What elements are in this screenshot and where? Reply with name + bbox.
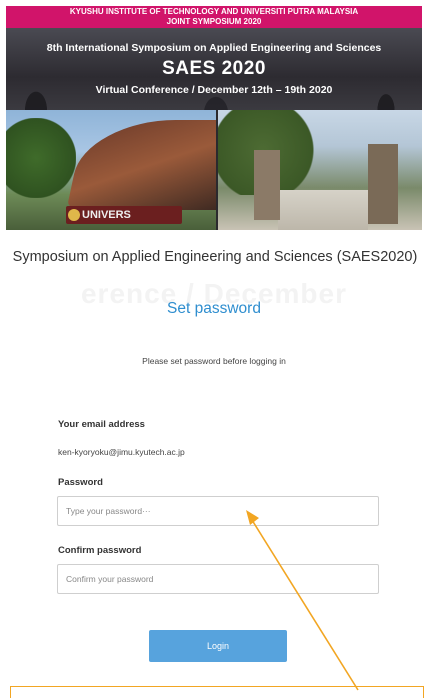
tree-shape [6, 118, 76, 198]
gate-pillar-left [254, 150, 280, 220]
banner-subtitle: 8th International Symposium on Applied E… [46, 42, 382, 54]
university-sign: UNIVERS [66, 206, 182, 224]
building-shape [66, 120, 216, 210]
site-title: Symposium on Applied Engineering and Sci… [12, 249, 418, 265]
page-heading: Set password [167, 300, 261, 317]
banner-venue: Virtual Conference / December 12th – 19t… [95, 84, 333, 96]
banner-strip-line1: KYUSHU INSTITUTE OF TECHNOLOGY AND UNIVE… [69, 7, 359, 16]
email-value: ken-kyoryoku@jimu.kyutech.ac.jp [58, 447, 185, 457]
confirm-password-label: Confirm password [58, 545, 142, 556]
campus-photo-left: UNIVERS [6, 110, 216, 230]
email-label: Your email address [58, 419, 145, 430]
password-label: Password [58, 477, 103, 488]
university-sign-text: UNIVERS [82, 209, 131, 221]
header-banner: KYUSHU INSTITUTE OF TECHNOLOGY AND UNIVE… [6, 6, 422, 230]
annotation-callout-box [10, 686, 424, 698]
road-shape [278, 190, 368, 230]
login-button[interactable]: Login [149, 630, 287, 662]
confirm-password-input[interactable] [57, 564, 379, 594]
banner-strip-line2: JOINT SYMPOSIUM 2020 [166, 17, 262, 26]
banner-title: SAES 2020 [162, 58, 266, 79]
banner-strip: KYUSHU INSTITUTE OF TECHNOLOGY AND UNIVE… [6, 6, 422, 29]
gate-pillar-right [368, 144, 398, 224]
campus-photo-right [218, 110, 422, 230]
university-seal-icon [68, 209, 80, 221]
instruction-text: Please set password before logging in [142, 356, 286, 366]
password-input[interactable] [57, 496, 379, 526]
